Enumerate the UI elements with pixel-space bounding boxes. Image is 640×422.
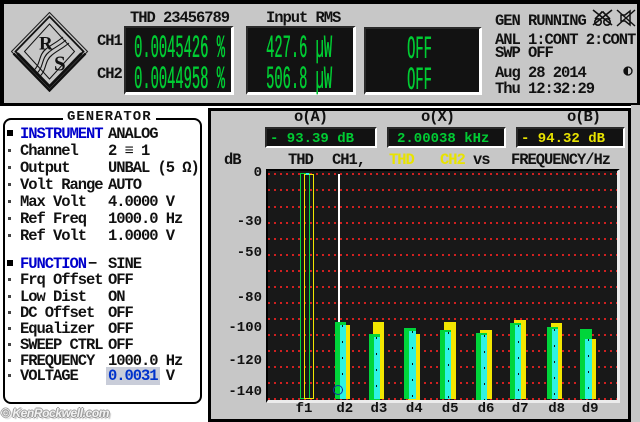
svg-text:R: R — [39, 34, 53, 55]
svg-text:S: S — [54, 52, 66, 76]
